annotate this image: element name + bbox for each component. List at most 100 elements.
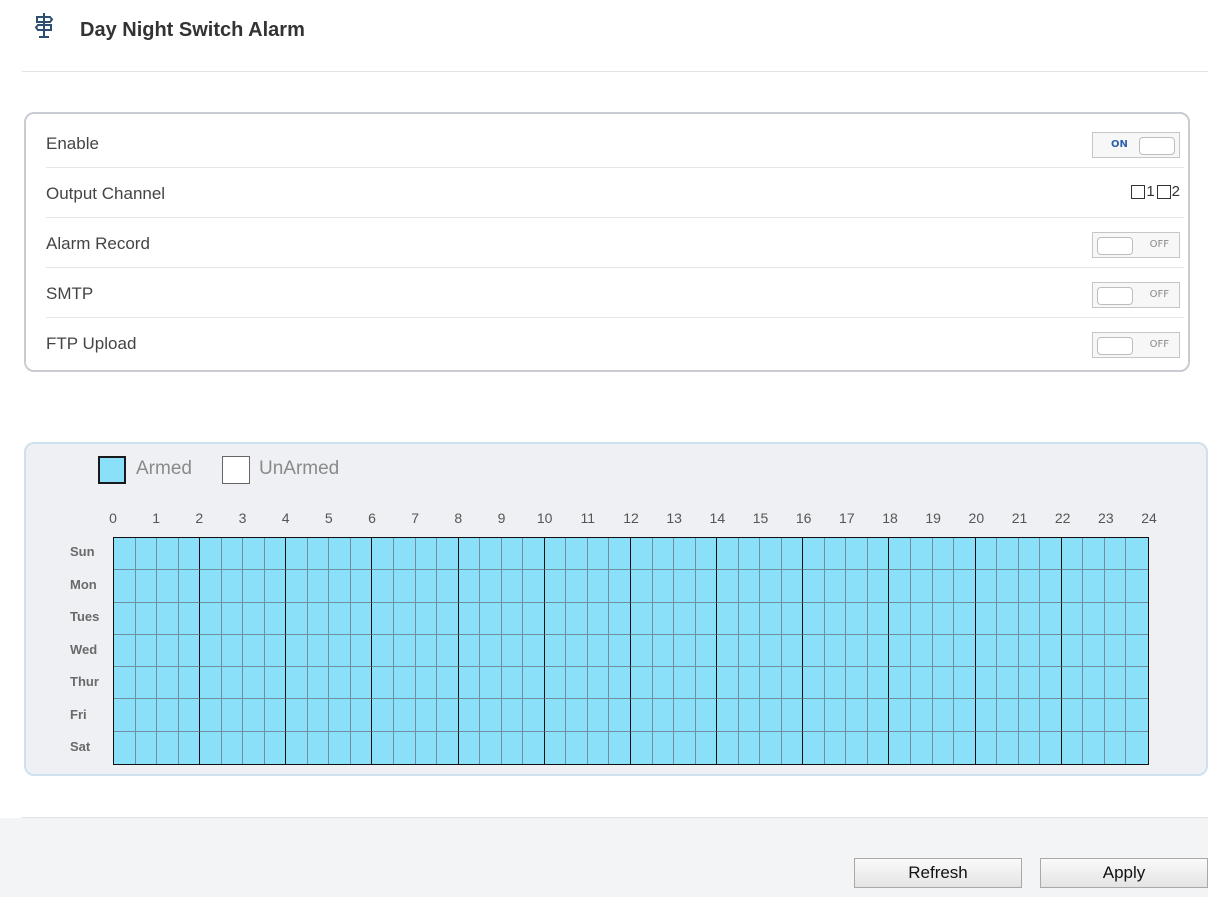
schedule-cell[interactable] bbox=[1040, 699, 1062, 732]
schedule-cell[interactable] bbox=[1126, 538, 1148, 571]
schedule-cell[interactable] bbox=[135, 570, 158, 603]
schedule-cell[interactable] bbox=[114, 731, 136, 764]
schedule-cell[interactable] bbox=[889, 731, 912, 764]
schedule-cell[interactable] bbox=[803, 634, 825, 668]
schedule-cell[interactable] bbox=[566, 570, 588, 603]
schedule-cell[interactable] bbox=[286, 570, 308, 603]
schedule-cell[interactable] bbox=[394, 699, 416, 732]
schedule-cell[interactable] bbox=[372, 731, 395, 764]
schedule-cell[interactable] bbox=[135, 699, 158, 732]
schedule-cell[interactable] bbox=[738, 667, 761, 700]
schedule-cell[interactable] bbox=[350, 570, 373, 603]
schedule-cell[interactable] bbox=[243, 634, 265, 668]
schedule-cell[interactable] bbox=[394, 731, 416, 764]
schedule-cell[interactable] bbox=[329, 699, 351, 732]
schedule-cell[interactable] bbox=[221, 731, 244, 764]
schedule-cell[interactable] bbox=[1018, 731, 1041, 764]
schedule-cell[interactable] bbox=[997, 731, 1019, 764]
schedule-cell[interactable] bbox=[803, 699, 825, 732]
schedule-cell[interactable] bbox=[264, 634, 287, 668]
schedule-cell[interactable] bbox=[566, 538, 588, 571]
schedule-cell[interactable] bbox=[544, 570, 567, 603]
schedule-cell[interactable] bbox=[1040, 731, 1062, 764]
schedule-cell[interactable] bbox=[1126, 570, 1148, 603]
schedule-cell[interactable] bbox=[674, 667, 696, 700]
schedule-cell[interactable] bbox=[674, 699, 696, 732]
schedule-cell[interactable] bbox=[738, 634, 761, 668]
schedule-cell[interactable] bbox=[911, 634, 933, 668]
schedule-cell[interactable] bbox=[587, 731, 610, 764]
schedule-cell[interactable] bbox=[394, 634, 416, 668]
schedule-cell[interactable] bbox=[437, 602, 459, 635]
schedule-cell[interactable] bbox=[1018, 634, 1041, 668]
schedule-cell[interactable] bbox=[286, 538, 308, 571]
schedule-cell[interactable] bbox=[264, 667, 287, 700]
schedule-cell[interactable] bbox=[975, 699, 998, 732]
schedule-cell[interactable] bbox=[695, 538, 718, 571]
schedule-cell[interactable] bbox=[307, 731, 330, 764]
schedule-cell[interactable] bbox=[824, 538, 847, 571]
schedule-cell[interactable] bbox=[437, 731, 459, 764]
schedule-cell[interactable] bbox=[437, 634, 459, 668]
schedule-cell[interactable] bbox=[1061, 699, 1084, 732]
schedule-cell[interactable] bbox=[1061, 570, 1084, 603]
schedule-cell[interactable] bbox=[157, 538, 179, 571]
schedule-cell[interactable] bbox=[954, 731, 976, 764]
schedule-cell[interactable] bbox=[415, 667, 438, 700]
schedule-cell[interactable] bbox=[200, 570, 222, 603]
schedule-cell[interactable] bbox=[760, 538, 782, 571]
schedule-cell[interactable] bbox=[1018, 699, 1041, 732]
schedule-cell[interactable] bbox=[954, 602, 976, 635]
schedule-cell[interactable] bbox=[307, 602, 330, 635]
schedule-cell[interactable] bbox=[286, 731, 308, 764]
schedule-cell[interactable] bbox=[350, 602, 373, 635]
schedule-cell[interactable] bbox=[1083, 602, 1105, 635]
schedule-cell[interactable] bbox=[911, 699, 933, 732]
schedule-cell[interactable] bbox=[264, 538, 287, 571]
ftp-upload-toggle[interactable]: OFF bbox=[1092, 332, 1180, 358]
schedule-cell[interactable] bbox=[307, 634, 330, 668]
unarmed-swatch[interactable] bbox=[222, 456, 250, 484]
schedule-cell[interactable] bbox=[135, 731, 158, 764]
schedule-cell[interactable] bbox=[760, 699, 782, 732]
schedule-cell[interactable] bbox=[824, 731, 847, 764]
schedule-cell[interactable] bbox=[824, 570, 847, 603]
schedule-cell[interactable] bbox=[803, 538, 825, 571]
schedule-cell[interactable] bbox=[157, 602, 179, 635]
schedule-cell[interactable] bbox=[846, 570, 868, 603]
schedule-cell[interactable] bbox=[1083, 634, 1105, 668]
schedule-cell[interactable] bbox=[286, 667, 308, 700]
schedule-cell[interactable] bbox=[1083, 667, 1105, 700]
schedule-cell[interactable] bbox=[1104, 731, 1127, 764]
schedule-cell[interactable] bbox=[695, 667, 718, 700]
schedule-cell[interactable] bbox=[1126, 634, 1148, 668]
refresh-button[interactable]: Refresh bbox=[854, 858, 1022, 888]
schedule-cell[interactable] bbox=[975, 731, 998, 764]
schedule-cell[interactable] bbox=[372, 667, 395, 700]
schedule-cell[interactable] bbox=[372, 634, 395, 668]
schedule-cell[interactable] bbox=[135, 634, 158, 668]
schedule-cell[interactable] bbox=[652, 570, 675, 603]
schedule-cell[interactable] bbox=[437, 570, 459, 603]
schedule-cell[interactable] bbox=[674, 538, 696, 571]
schedule-cell[interactable] bbox=[738, 602, 761, 635]
schedule-cell[interactable] bbox=[781, 634, 804, 668]
schedule-cell[interactable] bbox=[997, 667, 1019, 700]
schedule-cell[interactable] bbox=[997, 634, 1019, 668]
schedule-cell[interactable] bbox=[415, 634, 438, 668]
schedule-cell[interactable] bbox=[1083, 699, 1105, 732]
schedule-cell[interactable] bbox=[350, 699, 373, 732]
schedule-cell[interactable] bbox=[1126, 699, 1148, 732]
schedule-cell[interactable] bbox=[286, 634, 308, 668]
schedule-cell[interactable] bbox=[394, 570, 416, 603]
schedule-cell[interactable] bbox=[867, 731, 890, 764]
schedule-cell[interactable] bbox=[394, 602, 416, 635]
schedule-cell[interactable] bbox=[372, 699, 395, 732]
schedule-cell[interactable] bbox=[867, 570, 890, 603]
schedule-cell[interactable] bbox=[307, 699, 330, 732]
schedule-cell[interactable] bbox=[1126, 667, 1148, 700]
schedule-cell[interactable] bbox=[609, 667, 631, 700]
schedule-cell[interactable] bbox=[350, 731, 373, 764]
schedule-cell[interactable] bbox=[1061, 731, 1084, 764]
schedule-cell[interactable] bbox=[1018, 667, 1041, 700]
